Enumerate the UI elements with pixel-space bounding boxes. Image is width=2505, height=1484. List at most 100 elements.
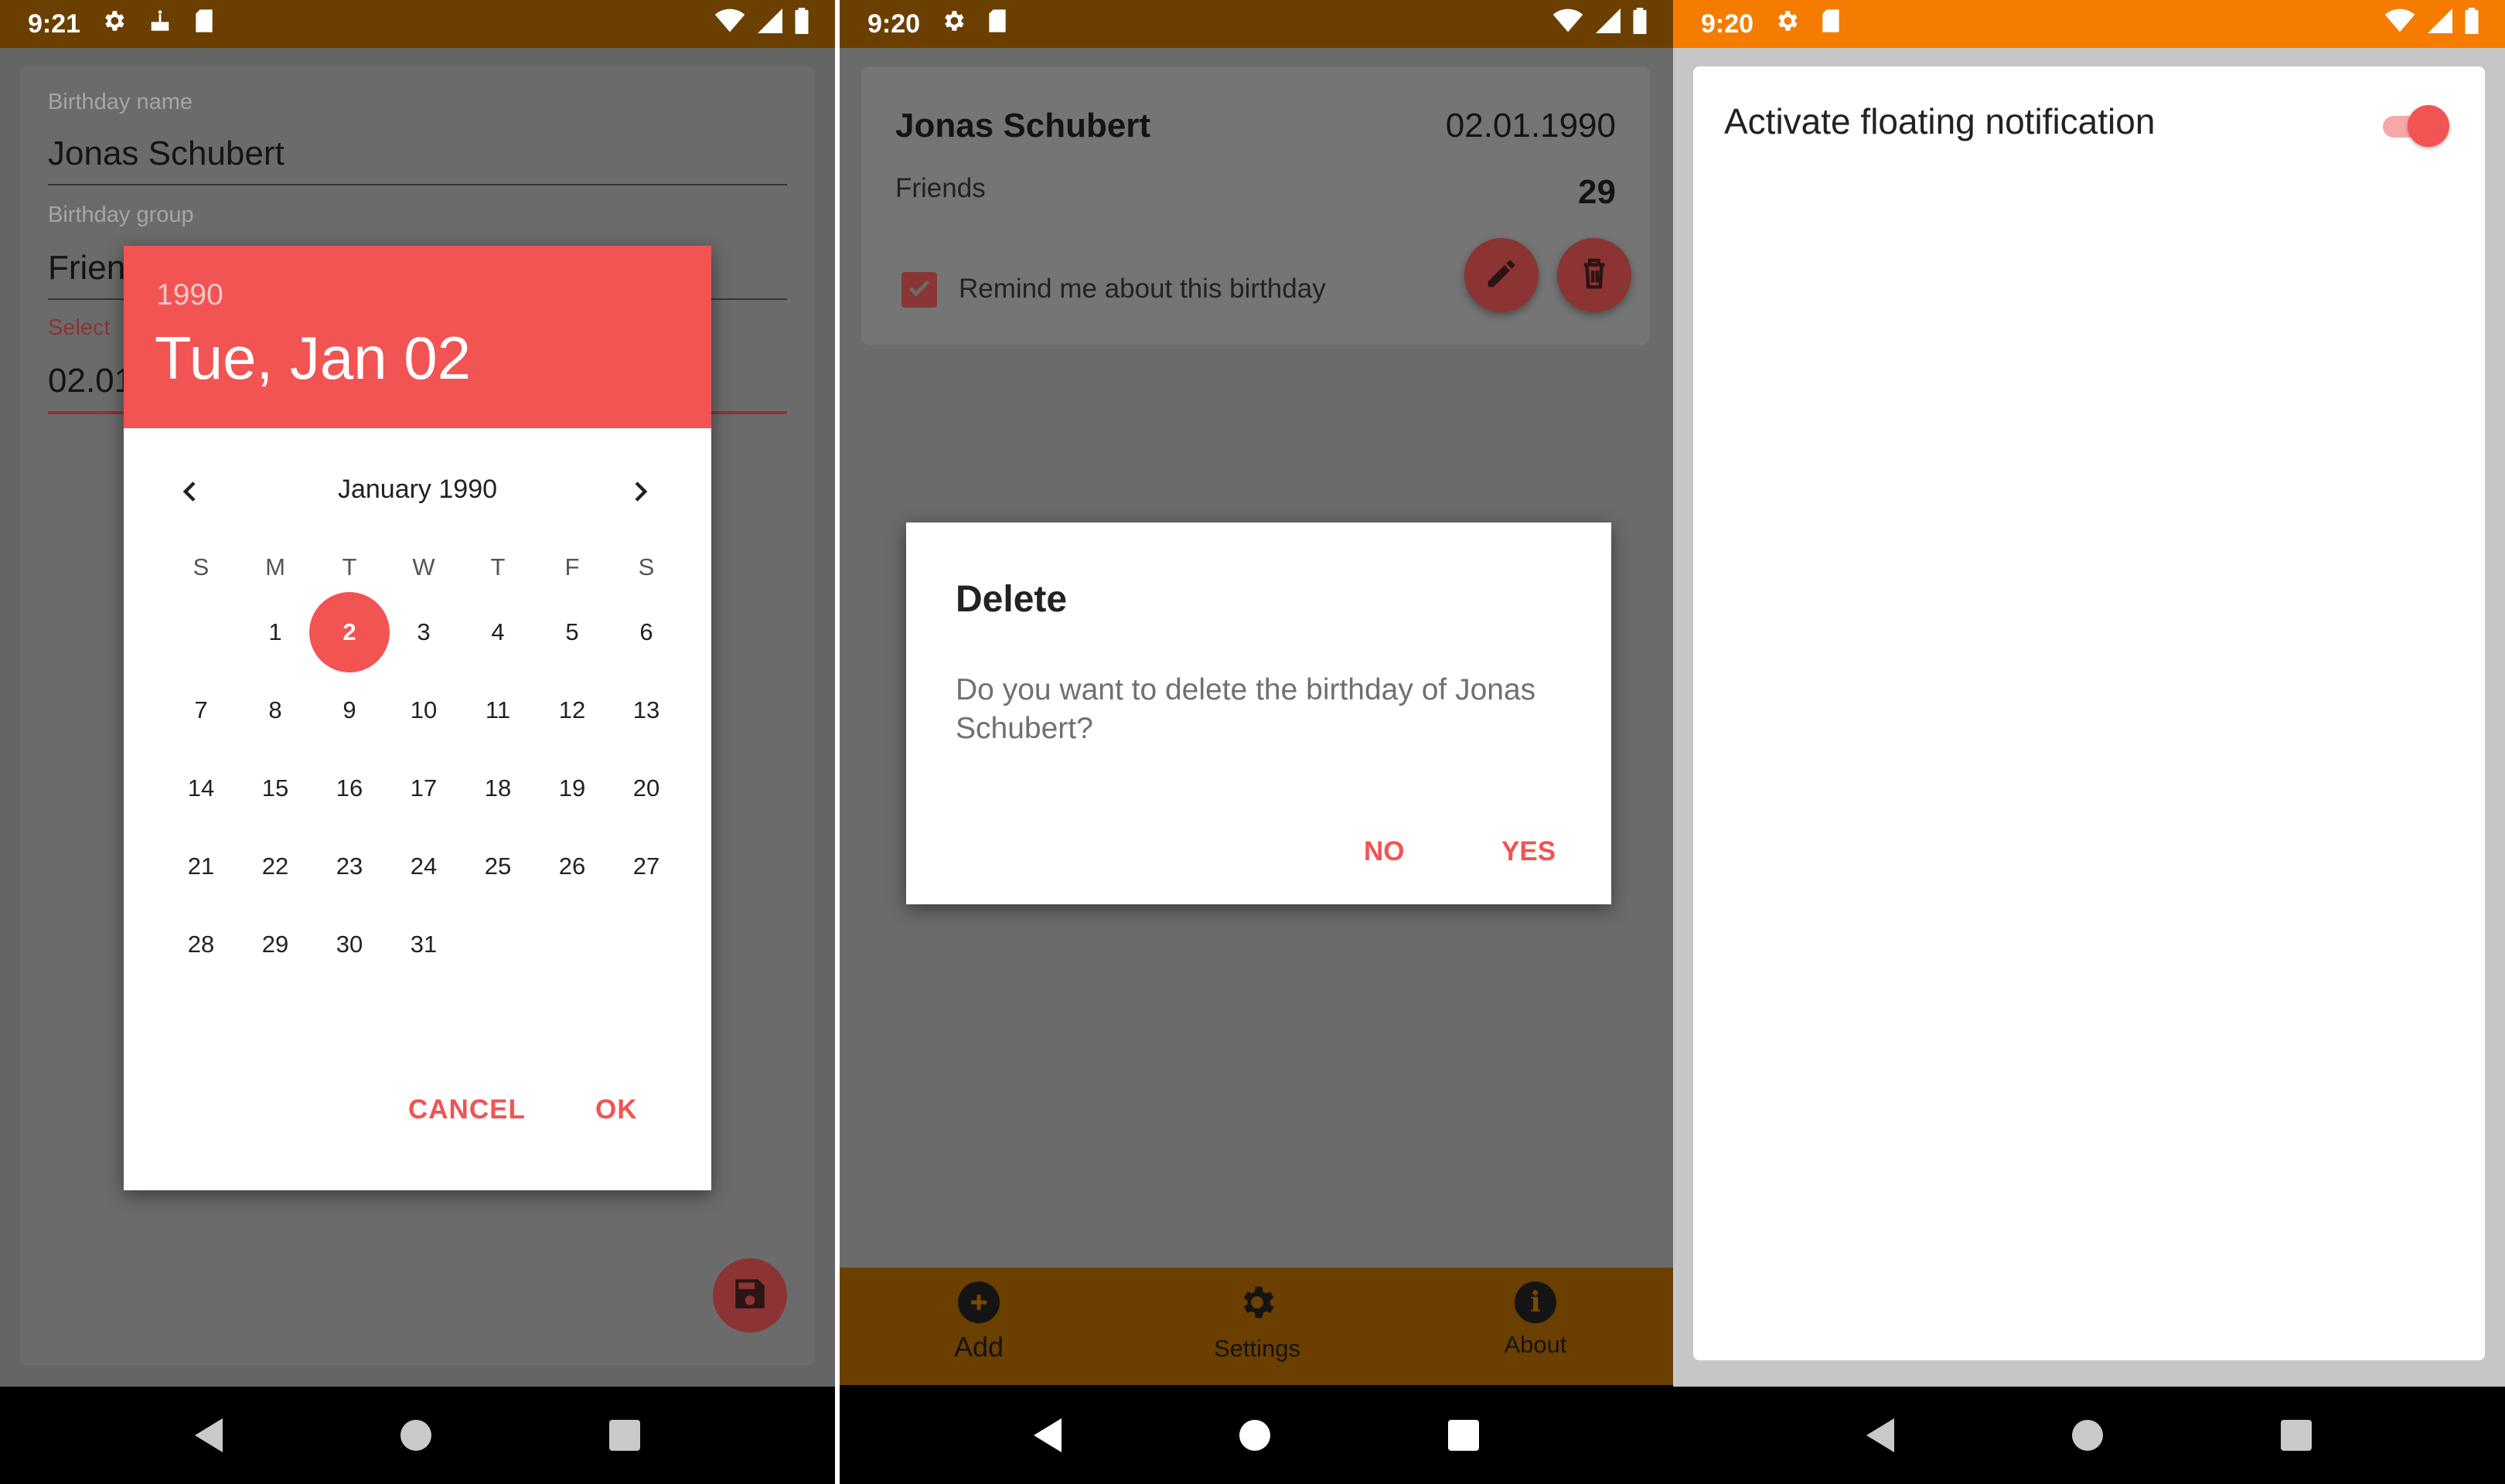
calendar-day[interactable]: 14: [161, 748, 241, 829]
recents-icon[interactable]: [609, 1420, 640, 1451]
calendar-day[interactable]: 20: [606, 748, 687, 829]
nav-settings-label: Settings: [1213, 1335, 1300, 1362]
trash-icon: [1576, 256, 1612, 295]
recents-icon[interactable]: [2281, 1420, 2312, 1451]
nav-add[interactable]: Add: [886, 1281, 1072, 1363]
birthday-age: 29: [1578, 173, 1616, 211]
signal-icon: [758, 8, 782, 40]
weekday-label: S: [193, 553, 210, 580]
system-nav-bar: [1673, 1387, 2505, 1484]
birthday-card[interactable]: Jonas Schubert 02.01.1990 Friends 29 Rem…: [861, 66, 1650, 345]
remind-checkbox[interactable]: [901, 272, 937, 308]
weekday-label: S: [638, 553, 655, 580]
status-time: 9:20: [867, 9, 921, 39]
calendar-day[interactable]: 26: [532, 826, 612, 907]
back-icon[interactable]: [1866, 1418, 1894, 1452]
calendar-day[interactable]: 27: [606, 826, 687, 907]
weekday-label: F: [564, 553, 580, 580]
status-bar: 9:21: [0, 0, 835, 48]
calendar-day[interactable]: 15: [235, 748, 315, 829]
calendar-day[interactable]: 1: [235, 592, 315, 672]
name-field[interactable]: Jonas Schubert: [48, 134, 285, 173]
birthday-name: Jonas Schubert: [895, 107, 1151, 145]
calendar-day[interactable]: 3: [383, 592, 464, 672]
nav-settings[interactable]: Settings: [1164, 1281, 1350, 1363]
bottom-navigation: Add Settings i About: [840, 1268, 1673, 1385]
calendar-day[interactable]: 25: [458, 826, 538, 907]
floating-notification-switch[interactable]: [2378, 100, 2449, 150]
calendar-day[interactable]: 4: [458, 592, 538, 672]
calendar-day[interactable]: 12: [532, 670, 612, 751]
ok-button[interactable]: OK: [595, 1094, 638, 1125]
date-field[interactable]: 02.01: [48, 362, 133, 400]
calendar-day[interactable]: 5: [532, 592, 612, 672]
gear-icon: [1236, 1281, 1278, 1327]
selected-date-title: Tue, Jan 02: [155, 324, 472, 392]
group-field[interactable]: Frien: [48, 249, 125, 288]
status-bar: 9:20: [840, 0, 1673, 48]
next-month-button[interactable]: [609, 462, 671, 524]
calendar-day-selected[interactable]: 2: [309, 592, 390, 672]
weekday-label: M: [265, 553, 285, 580]
calendar-day[interactable]: 22: [235, 826, 315, 907]
date-label: Select: [48, 315, 111, 340]
calendar-day[interactable]: 13: [606, 670, 687, 751]
battery-icon: [795, 7, 809, 41]
name-underline: [48, 184, 787, 186]
home-icon[interactable]: [400, 1420, 431, 1451]
recents-icon[interactable]: [1448, 1420, 1479, 1451]
back-icon[interactable]: [195, 1418, 223, 1452]
calendar-day[interactable]: 31: [383, 904, 464, 985]
calendar-day[interactable]: 7: [161, 670, 241, 751]
calendar-day[interactable]: 6: [606, 592, 687, 672]
system-nav-bar: [0, 1387, 835, 1484]
calendar-day[interactable]: 19: [532, 748, 612, 829]
save-button[interactable]: [713, 1258, 787, 1333]
status-time: 9:20: [1701, 9, 1754, 39]
delete-dialog: Delete Do you want to delete the birthda…: [906, 522, 1611, 904]
calendar-day[interactable]: 18: [458, 748, 538, 829]
signal-icon: [2428, 8, 2452, 40]
status-bar: 9:20: [1673, 0, 2505, 48]
screen-birthday-list: 9:20 Jonas Schubert 02.01.1990 Friends 2…: [840, 0, 1673, 1484]
calendar-day[interactable]: 28: [161, 904, 241, 985]
gear-icon: [101, 8, 127, 41]
birthday-group: Friends: [895, 173, 986, 203]
pencil-icon: [1484, 256, 1519, 295]
status-time: 9:21: [28, 9, 81, 39]
calendar-day[interactable]: 30: [309, 904, 390, 985]
dialog-title: Delete: [956, 579, 1068, 620]
cancel-button[interactable]: CANCEL: [408, 1094, 526, 1125]
date-picker-dialog: 1990 Tue, Jan 02 January 1990 SMTWTFS 12…: [124, 246, 711, 1190]
system-nav-bar: [840, 1387, 1673, 1484]
calendar-day[interactable]: 21: [161, 826, 241, 907]
calendar-day[interactable]: 23: [309, 826, 390, 907]
nav-about[interactable]: i About: [1443, 1281, 1628, 1359]
home-icon[interactable]: [2072, 1420, 2103, 1451]
switch-thumb: [2408, 105, 2449, 147]
cake-icon: [147, 8, 173, 41]
settings-card: Activate floating notification: [1693, 66, 2485, 1360]
year-label[interactable]: 1990: [156, 278, 223, 312]
calendar-day[interactable]: 10: [383, 670, 464, 751]
signal-icon: [1596, 8, 1621, 40]
calendar-day[interactable]: 16: [309, 748, 390, 829]
sd-card-icon: [987, 9, 1008, 40]
edit-button[interactable]: [1464, 238, 1539, 312]
wifi-icon: [1552, 9, 1583, 40]
calendar-day[interactable]: 17: [383, 748, 464, 829]
yes-button[interactable]: YES: [1501, 836, 1556, 867]
calendar-day[interactable]: 9: [309, 670, 390, 751]
no-button[interactable]: NO: [1364, 836, 1405, 867]
calendar-day[interactable]: 8: [235, 670, 315, 751]
battery-icon: [2465, 7, 2479, 41]
group-label: Birthday group: [48, 203, 194, 227]
weekday-label: T: [490, 553, 506, 580]
back-icon[interactable]: [1034, 1418, 1062, 1452]
calendar-day[interactable]: 29: [235, 904, 315, 985]
screen-add-birthday: 9:21 Birthday name Jonas Schubert Birthd…: [0, 0, 835, 1484]
delete-button[interactable]: [1557, 238, 1631, 312]
calendar-day[interactable]: 24: [383, 826, 464, 907]
calendar-day[interactable]: 11: [458, 670, 538, 751]
home-icon[interactable]: [1239, 1420, 1270, 1451]
